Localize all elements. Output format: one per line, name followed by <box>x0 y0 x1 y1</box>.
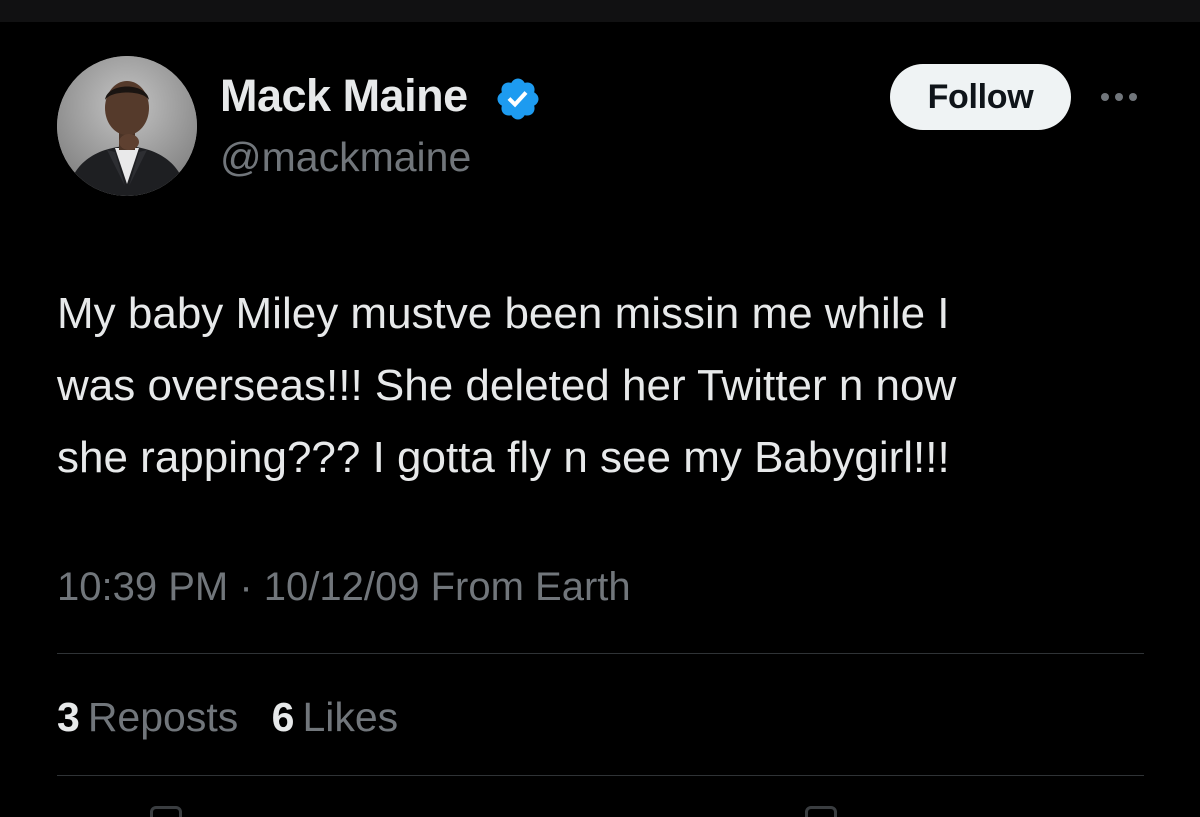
follow-button[interactable]: Follow <box>890 64 1071 130</box>
more-horizontal-icon <box>1101 93 1137 101</box>
meta-separator: · <box>239 565 253 609</box>
author-name[interactable]: Mack Maine <box>220 70 468 122</box>
avatar-portrait-icon <box>57 56 197 196</box>
reposts-label: Reposts <box>87 694 239 740</box>
reply-icon[interactable] <box>150 806 182 817</box>
engagement-stats: 3 Reposts 6 Likes <box>57 690 420 744</box>
likes-count: 6 <box>271 694 295 740</box>
tweet-date[interactable]: 10/12/09 <box>264 565 420 609</box>
tweet-text: My baby Miley mustve been missin me whil… <box>57 289 957 482</box>
tweet-page: Mack Maine @mackmaine Follow My baby Mil… <box>0 0 1200 817</box>
likes-label: Likes <box>302 694 399 740</box>
reposts-stat[interactable]: 3 Reposts <box>57 690 238 744</box>
verified-badge-icon <box>497 78 539 120</box>
likes-stat[interactable]: 6 Likes <box>272 690 399 744</box>
divider-bottom <box>57 775 1144 776</box>
tweet-metadata: 10:39 PM · 10/12/09 From Earth <box>57 560 631 614</box>
tweet-time[interactable]: 10:39 PM <box>57 565 228 609</box>
divider-top <box>57 653 1144 654</box>
author-handle[interactable]: @mackmaine <box>220 132 471 182</box>
bookmark-icon[interactable] <box>805 806 837 817</box>
author-avatar[interactable] <box>57 56 197 196</box>
top-status-strip <box>0 0 1200 22</box>
tweet-source: From Earth <box>430 565 631 609</box>
more-options-button[interactable] <box>1095 80 1143 114</box>
reposts-count: 3 <box>57 694 80 740</box>
